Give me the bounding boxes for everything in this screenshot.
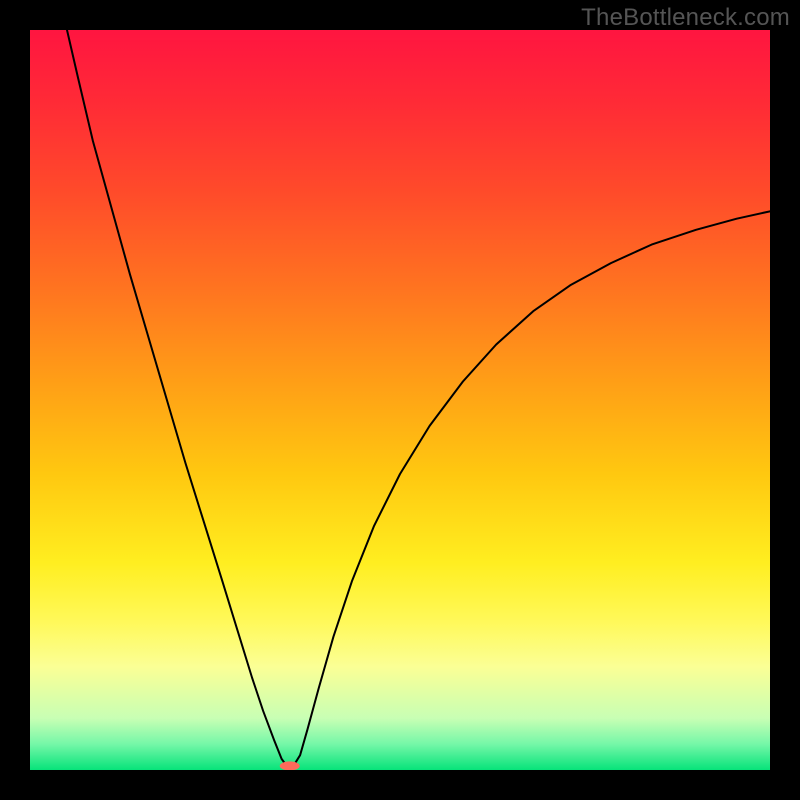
watermark-text: TheBottleneck.com [581, 4, 790, 32]
chart-frame: TheBottleneck.com [0, 0, 800, 800]
chart-canvas [30, 30, 770, 770]
gradient-background [30, 30, 770, 770]
plot-area [30, 30, 770, 770]
